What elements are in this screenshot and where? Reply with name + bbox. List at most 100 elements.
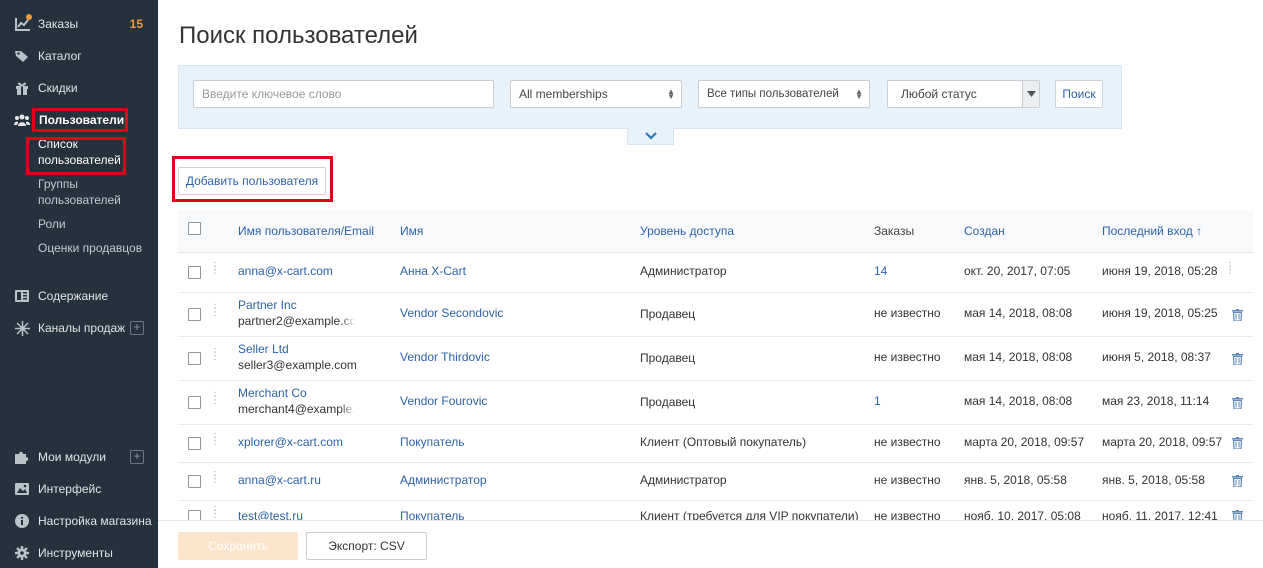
network-icon bbox=[14, 320, 30, 336]
column-header-login[interactable]: Имя пользователя/Email bbox=[238, 224, 374, 238]
created-date: окт. 20, 2017, 07:05 bbox=[964, 264, 1071, 278]
gift-icon bbox=[14, 80, 30, 96]
save-button[interactable]: Сохранить bbox=[178, 532, 298, 560]
row-checkbox[interactable] bbox=[188, 308, 201, 321]
row-checkbox[interactable] bbox=[188, 266, 201, 279]
user-email-link[interactable]: anna@x-cart.ru bbox=[238, 473, 321, 487]
column-header-last-login[interactable]: Последний вход ↑ bbox=[1102, 224, 1202, 238]
trash-icon[interactable] bbox=[1232, 437, 1243, 449]
user-name-link[interactable]: Vendor Secondovic bbox=[400, 306, 503, 320]
user-email: partner2@example.com bbox=[238, 314, 356, 328]
user-company-link[interactable]: Merchant Co bbox=[238, 386, 307, 400]
orders-count: не известно bbox=[874, 509, 941, 520]
sidebar-label: Мои модули bbox=[38, 450, 106, 464]
user-name-link[interactable]: Покупатель bbox=[400, 435, 464, 449]
sidebar-subitem-user-groups[interactable]: Группы пользователей bbox=[38, 176, 128, 208]
membership-select[interactable]: All memberships ▲ ▼ bbox=[510, 80, 682, 108]
trash-icon[interactable] bbox=[1232, 510, 1243, 520]
drag-handle-icon[interactable]: ⋮ ⋮ bbox=[210, 506, 220, 520]
sidebar: Заказы 15 Каталог Скидки Пользователи Сп… bbox=[0, 0, 158, 568]
status-select-value: Любой статус bbox=[901, 87, 977, 101]
column-header-name[interactable]: Имя bbox=[400, 224, 423, 238]
status-select[interactable]: Любой статус bbox=[887, 80, 1040, 108]
trash-icon[interactable] bbox=[1232, 353, 1243, 365]
orders-count: не известно bbox=[874, 306, 941, 320]
table-row: ⋮ ⋮ anna@x-cart.com Анна X-Cart Администр… bbox=[178, 253, 1253, 293]
search-button[interactable]: Поиск bbox=[1055, 80, 1103, 108]
last-login-date: июня 19, 2018, 05:25 bbox=[1102, 306, 1218, 320]
user-name-link[interactable]: Администратор bbox=[400, 473, 487, 487]
user-company-link[interactable]: Partner Inc bbox=[238, 298, 297, 312]
info-icon bbox=[14, 513, 30, 529]
row-checkbox[interactable] bbox=[188, 352, 201, 365]
drag-handle-icon[interactable]: ⋮ ⋮ bbox=[210, 433, 220, 447]
expand-plus-icon[interactable]: + bbox=[130, 321, 144, 335]
sidebar-subitem-vendor-ratings[interactable]: Оценки продавцов bbox=[38, 240, 142, 256]
expand-filters-button[interactable] bbox=[627, 127, 674, 145]
gear-icon bbox=[14, 545, 30, 561]
drag-handle-icon[interactable]: ⋮ ⋮ bbox=[210, 262, 220, 276]
orders-count-link[interactable]: 1 bbox=[874, 394, 881, 408]
user-name-link[interactable]: Покупатель bbox=[400, 509, 464, 520]
orders-count-link[interactable]: 14 bbox=[874, 264, 887, 278]
row-checkbox[interactable] bbox=[188, 510, 201, 520]
drag-handle-icon[interactable]: ⋮ ⋮ bbox=[210, 471, 220, 485]
sidebar-item-content[interactable]: Содержание bbox=[0, 285, 158, 307]
column-header-created[interactable]: Создан bbox=[964, 224, 1005, 238]
trash-icon[interactable] bbox=[1232, 309, 1243, 321]
trash-icon[interactable] bbox=[1232, 397, 1243, 409]
user-type-select[interactable]: Все типы пользователей ▲ ▼ bbox=[698, 80, 870, 108]
sidebar-subitem-roles[interactable]: Роли bbox=[38, 216, 66, 232]
sidebar-item-channels[interactable]: Каналы продаж + bbox=[0, 317, 158, 339]
keyword-search-input[interactable]: Введите ключевое слово bbox=[193, 80, 494, 108]
user-name-link[interactable]: Vendor Thirdovic bbox=[400, 350, 490, 364]
row-checkbox[interactable] bbox=[188, 437, 201, 450]
column-header-orders: Заказы bbox=[874, 224, 915, 238]
user-company-link[interactable]: Seller Ltd bbox=[238, 342, 289, 356]
sidebar-item-settings[interactable]: Настройка магазина bbox=[0, 510, 158, 532]
drag-handle-icon[interactable]: ⋮ ⋮ bbox=[210, 392, 220, 406]
created-date: янв. 5, 2018, 05:58 bbox=[964, 473, 1067, 487]
row-checkbox[interactable] bbox=[188, 396, 201, 409]
user-email-link[interactable]: test@test.ru bbox=[238, 509, 303, 520]
last-login-date: июня 5, 2018, 08:37 bbox=[1102, 350, 1211, 364]
user-name-link[interactable]: Vendor Fourovic bbox=[400, 394, 487, 408]
orders-count: не известно bbox=[874, 473, 941, 487]
sidebar-label: Скидки bbox=[38, 81, 78, 95]
export-csv-button[interactable]: Экспорт: CSV bbox=[306, 532, 427, 560]
sidebar-item-tools[interactable]: Инструменты bbox=[0, 542, 158, 564]
sidebar-label: Настройка магазина bbox=[38, 514, 152, 528]
sidebar-label: Каналы продаж bbox=[38, 321, 126, 335]
select-all-checkbox[interactable] bbox=[188, 222, 201, 235]
sidebar-item-interface[interactable]: Интерфейс bbox=[0, 478, 158, 500]
row-checkbox[interactable] bbox=[188, 475, 201, 488]
drag-handle-icon[interactable]: ⋮ ⋮ bbox=[210, 348, 220, 362]
access-level: Клиент (Оптовый покупатель) bbox=[640, 435, 807, 449]
last-login-date: июня 19, 2018, 05:28 bbox=[1102, 264, 1218, 278]
sidebar-item-catalog[interactable]: Каталог bbox=[0, 45, 158, 67]
table-row: ⋮ ⋮ Partner Inc partner2@example.com Vend… bbox=[178, 293, 1253, 337]
sidebar-item-discounts[interactable]: Скидки bbox=[0, 77, 158, 99]
expand-plus-icon[interactable]: + bbox=[130, 450, 144, 464]
created-date: нояб. 10, 2017, 05:08 bbox=[964, 509, 1081, 520]
column-header-access-level[interactable]: Уровень доступа bbox=[640, 224, 734, 238]
user-name-link[interactable]: Анна X-Cart bbox=[400, 264, 466, 278]
trash-icon[interactable] bbox=[1232, 475, 1243, 487]
sidebar-item-modules[interactable]: Мои модули + bbox=[0, 446, 158, 468]
drag-handle-icon[interactable]: ⋮ ⋮ bbox=[210, 304, 220, 318]
user-email-link[interactable]: anna@x-cart.com bbox=[238, 264, 333, 278]
highlight-box-users bbox=[32, 108, 128, 132]
sidebar-item-orders[interactable]: Заказы 15 bbox=[0, 13, 158, 35]
membership-select-value: All memberships bbox=[519, 87, 608, 101]
users-table: Имя пользователя/Email Имя Уровень досту… bbox=[178, 210, 1253, 520]
content-icon bbox=[14, 288, 30, 304]
sidebar-label: Содержание bbox=[38, 289, 109, 303]
tag-icon bbox=[14, 48, 30, 64]
user-email: seller3@example.com bbox=[238, 358, 356, 372]
text-fade bbox=[340, 314, 356, 328]
select-arrows-icon: ▲ ▼ bbox=[855, 87, 863, 101]
created-date: марта 20, 2018, 09:57 bbox=[964, 435, 1085, 449]
table-row: ⋮⋮ Merchant Co merchant4@example.com Ven… bbox=[178, 381, 1253, 425]
user-email-link[interactable]: xplorer@x-cart.com bbox=[238, 435, 343, 449]
table-header: Имя пользователя/Email Имя Уровень досту… bbox=[178, 210, 1253, 253]
